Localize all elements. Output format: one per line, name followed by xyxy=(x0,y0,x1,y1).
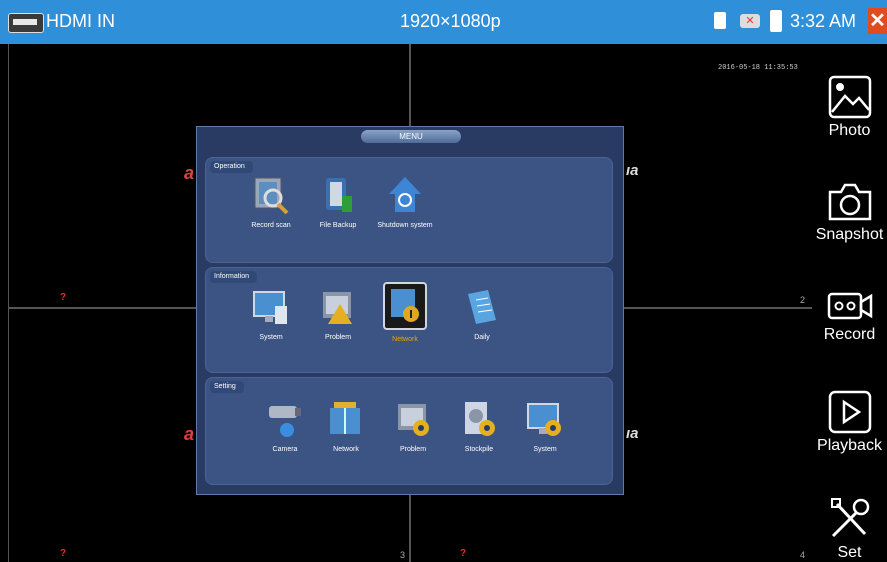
record-scan-icon xyxy=(251,174,291,216)
channel-marker: ? xyxy=(60,292,67,303)
stockpile-icon xyxy=(459,398,499,440)
photo-button[interactable]: Photo xyxy=(812,74,887,140)
menu-item-record-scan[interactable]: Record scan xyxy=(236,174,306,229)
playback-button[interactable]: Playback xyxy=(812,389,887,455)
camera-logo: ıa xyxy=(626,425,639,442)
section-label: Setting xyxy=(210,381,244,393)
photo-icon xyxy=(828,75,871,119)
snapshot-icon xyxy=(828,183,871,221)
network-info-icon xyxy=(383,282,427,330)
record-icon xyxy=(827,292,872,320)
camera-logo: a xyxy=(184,424,195,444)
system-info-icon xyxy=(251,286,291,328)
menu-item-system-info[interactable]: System xyxy=(236,286,306,341)
menu-item-problem-setting[interactable]: Problem xyxy=(378,398,448,453)
close-icon[interactable]: ✕ xyxy=(868,8,887,34)
menu-item-file-backup[interactable]: File Backup xyxy=(303,174,373,229)
shutdown-icon xyxy=(385,174,425,216)
menu-item-system-setting[interactable]: System xyxy=(510,398,580,453)
channel-number: 2 xyxy=(800,295,806,305)
section-information: Information System Problem Network Daily xyxy=(205,267,613,373)
channel-marker: ? xyxy=(60,548,67,559)
section-label: Operation xyxy=(210,161,253,173)
settings-tools-icon xyxy=(830,498,869,538)
camera-logo: ıa xyxy=(626,162,639,179)
menu-item-network-info[interactable]: Network xyxy=(370,282,440,343)
app-title: HDMI IN xyxy=(46,11,115,31)
menu-item-stockpile[interactable]: Stockpile xyxy=(444,398,514,453)
snapshot-button[interactable]: Snapshot xyxy=(812,178,887,244)
camera-icon xyxy=(265,398,305,440)
problem-icon xyxy=(318,286,358,328)
menu-title: MENU xyxy=(361,130,461,143)
battery-icon xyxy=(770,10,782,32)
menu-item-shutdown-system[interactable]: Shutdown system xyxy=(370,174,440,229)
menu-item-camera[interactable]: Camera xyxy=(250,398,320,453)
camera-logo: a xyxy=(184,163,195,183)
video-timestamp: 2016-05-18 11:35:53 xyxy=(718,64,798,72)
network-setting-icon xyxy=(326,398,366,440)
record-button[interactable]: Record xyxy=(812,288,887,344)
daily-log-icon xyxy=(462,286,502,328)
grid-divider xyxy=(8,44,9,562)
channel-marker: ? xyxy=(460,548,467,559)
channel-number: 4 xyxy=(800,550,806,560)
sd-card-icon xyxy=(714,12,726,29)
right-sidebar: Photo Snapshot Record Playback Set xyxy=(812,44,887,562)
section-label: Information xyxy=(210,271,258,283)
set-button[interactable]: Set xyxy=(812,496,887,562)
status-bar: HDMI IN 1920×1080p ✕ 3:32 AM ✕ xyxy=(0,0,887,44)
playback-icon xyxy=(828,390,871,434)
channel-number: 3 xyxy=(400,550,406,560)
file-backup-icon xyxy=(318,174,358,216)
menu-item-daily[interactable]: Daily xyxy=(447,286,517,341)
problem-setting-icon xyxy=(393,398,433,440)
hdmi-icon xyxy=(8,13,44,33)
menu-item-problem-info[interactable]: Problem xyxy=(303,286,373,341)
clock: 3:32 AM xyxy=(790,11,857,31)
system-setting-icon xyxy=(525,398,565,440)
resolution-label: 1920×1080p xyxy=(400,11,501,31)
menu-item-network-setting[interactable]: Network xyxy=(311,398,381,453)
main-menu-dialog: MENU Operation Record scan File Backup S… xyxy=(196,126,624,495)
section-operation: Operation Record scan File Backup Shutdo… xyxy=(205,157,613,263)
no-network-icon: ✕ xyxy=(740,14,760,28)
section-setting: Setting Camera Network Problem Stockpile xyxy=(205,377,613,485)
